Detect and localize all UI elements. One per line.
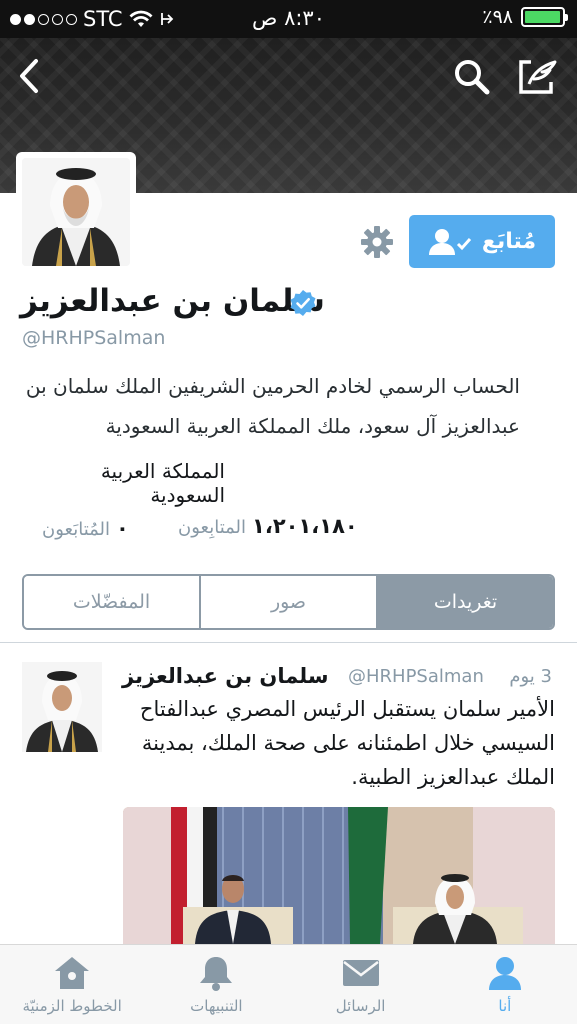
following-stat[interactable]: ٠المُتابَعون bbox=[42, 516, 129, 540]
following-stat-label: المُتابَعون bbox=[42, 519, 111, 540]
compose-icon bbox=[519, 60, 557, 94]
battery-icon bbox=[521, 7, 568, 27]
tab-notifications-label: التنبيهات bbox=[190, 997, 243, 1015]
person-icon bbox=[488, 957, 521, 990]
profile-location: المملكة العربية السعودية bbox=[100, 459, 225, 507]
verified-badge-icon bbox=[290, 290, 316, 316]
tab-timelines-label: الخطوط الزمنيّة bbox=[22, 997, 122, 1015]
profile-bio: الحساب الرسمي لخادم الحرمين الشريفين الم… bbox=[25, 374, 520, 438]
followers-stat[interactable]: ١،٢٠١،١٨٠المتابِعون bbox=[178, 514, 358, 538]
profile-stats: ٠المُتابَعون ١،٢٠١،١٨٠المتابِعون bbox=[20, 512, 577, 546]
status-bar: STC ٨:٣٠ ص ٪٩٨ bbox=[0, 0, 577, 38]
profile-handle: @HRHPSalman bbox=[22, 327, 166, 349]
home-icon bbox=[55, 957, 90, 989]
compose-button[interactable] bbox=[517, 56, 559, 96]
profile-segmented-control: المفضّلات صور تغريدات bbox=[22, 574, 555, 630]
tweet-text[interactable]: الأمير سلمان يستقبل الرئيس المصري عبدالف… bbox=[118, 692, 555, 794]
tweet-photo[interactable] bbox=[123, 807, 555, 944]
tab-timelines[interactable]: الخطوط الزمنيّة bbox=[0, 945, 144, 1024]
gear-icon bbox=[361, 226, 393, 258]
envelope-icon bbox=[342, 960, 379, 986]
search-button[interactable] bbox=[452, 57, 492, 97]
chevron-left-icon bbox=[20, 59, 38, 93]
section-divider bbox=[0, 642, 577, 643]
tweet-author-handle[interactable]: @HRHPSalman bbox=[348, 666, 484, 687]
battery-percent: ٪٩٨ bbox=[482, 6, 513, 28]
settings-button[interactable] bbox=[360, 225, 394, 259]
tab-favorites[interactable]: المفضّلات bbox=[24, 576, 201, 628]
tab-photos[interactable]: صور bbox=[201, 576, 378, 628]
profile-name-row: سلمان بن عبدالعزيز bbox=[0, 283, 577, 327]
tweet-timestamp: 3 يوم bbox=[509, 666, 552, 687]
tab-notifications[interactable]: التنبيهات bbox=[144, 945, 288, 1024]
bell-icon bbox=[200, 957, 233, 991]
profile-avatar[interactable] bbox=[16, 152, 136, 272]
tweet-avatar[interactable] bbox=[22, 662, 102, 752]
following-count: ٠ bbox=[116, 516, 129, 540]
tab-me-label: أنا bbox=[498, 997, 512, 1015]
search-icon bbox=[455, 60, 490, 95]
followers-count: ١،٢٠١،١٨٠ bbox=[252, 514, 358, 538]
tweet-author-name[interactable]: سلمان بن عبدالعزيز bbox=[122, 664, 329, 688]
follow-check-icon bbox=[428, 228, 472, 255]
back-button[interactable] bbox=[14, 56, 44, 96]
tweet-header: سلمان بن عبدالعزيز @HRHPSalman 3 يوم bbox=[118, 664, 558, 694]
tab-me[interactable]: أنا bbox=[433, 945, 577, 1024]
bottom-tab-bar: أنا الرسائل التنبيهات الخطوط الزمنيّة bbox=[0, 944, 577, 1024]
tab-messages-label: الرسائل bbox=[335, 997, 386, 1015]
tab-tweets[interactable]: تغريدات bbox=[378, 576, 553, 628]
followers-stat-label: المتابِعون bbox=[178, 517, 247, 538]
following-label: مُتابَع bbox=[481, 229, 537, 254]
display-name: سلمان بن عبدالعزيز bbox=[20, 283, 325, 319]
avatar-image bbox=[22, 158, 130, 266]
tab-messages[interactable]: الرسائل bbox=[289, 945, 433, 1024]
following-button[interactable]: مُتابَع bbox=[409, 215, 555, 268]
